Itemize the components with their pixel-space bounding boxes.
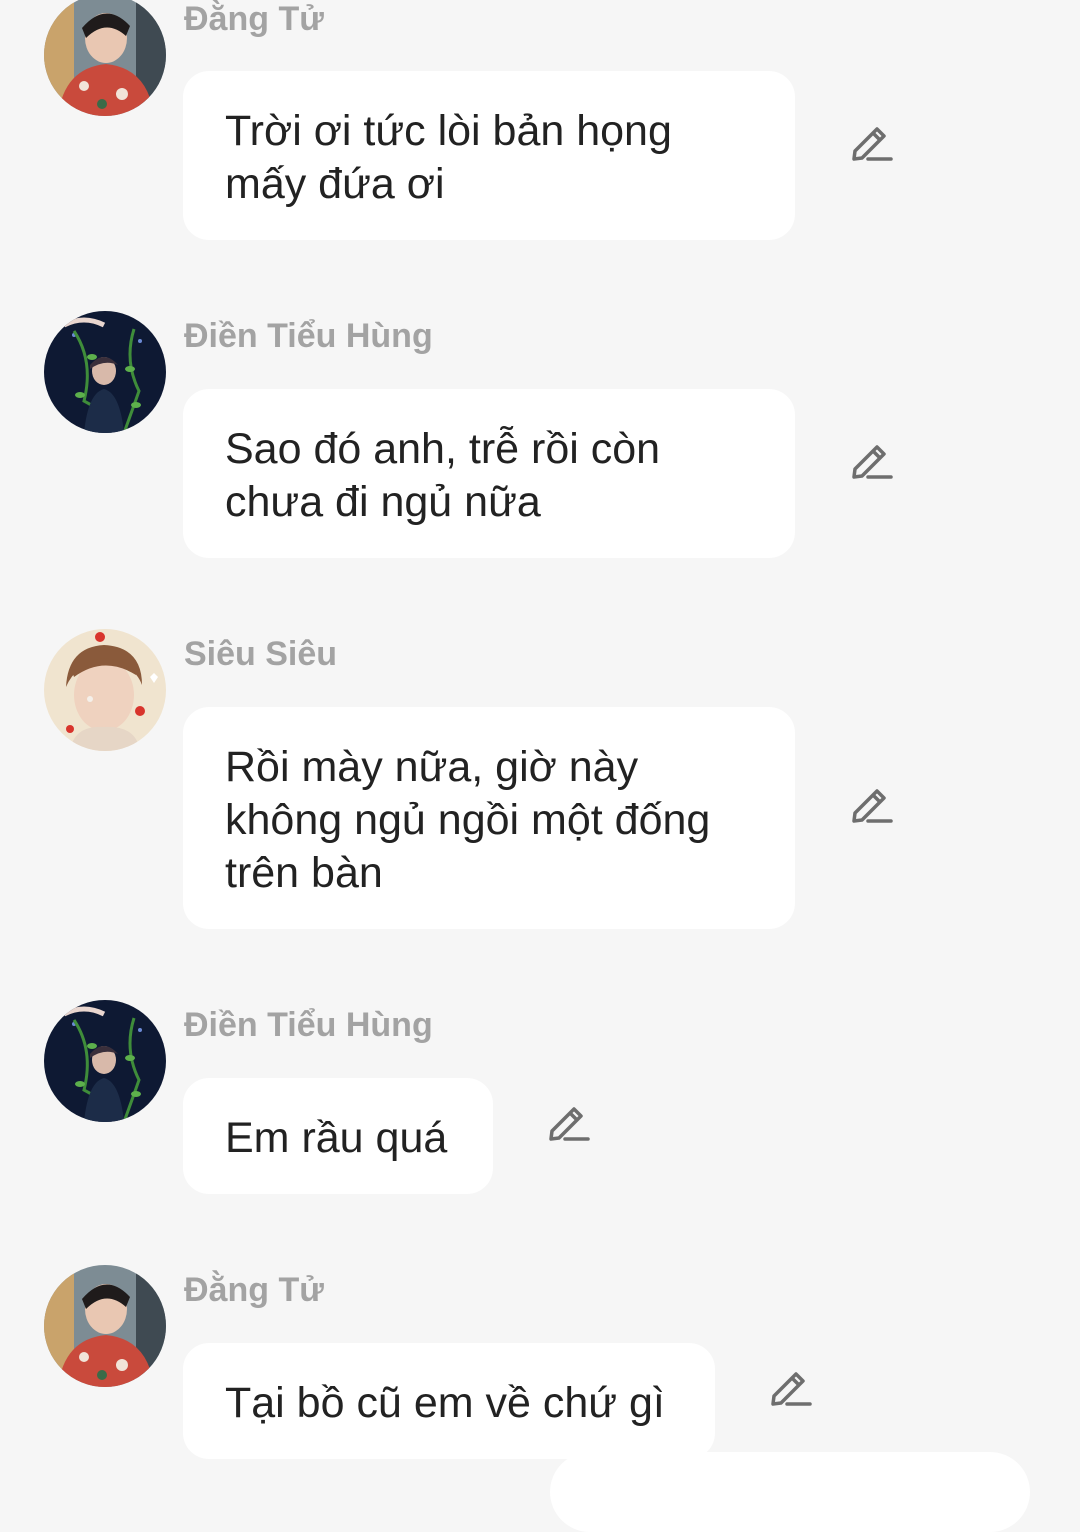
- sender-name: Điền Tiểu Hùng: [184, 317, 433, 355]
- avatar-dang-tu[interactable]: [44, 0, 166, 116]
- edit-pencil-icon[interactable]: [851, 120, 893, 162]
- message-bubble[interactable]: Trời ơi tức lòi bản họng mấy đứa ơi: [183, 71, 795, 240]
- edit-pencil-icon[interactable]: [851, 782, 893, 824]
- sender-name: Đằng Tử: [184, 1271, 324, 1309]
- sender-name: Đằng Tử: [184, 0, 324, 38]
- message-bubble[interactable]: Tại bồ cũ em về chứ gì: [183, 1343, 715, 1459]
- message-text: Trời ơi tức lòi bản họng mấy đứa ơi: [225, 107, 672, 208]
- message-text: Sao đó anh, trễ rồi còn chưa đi ngủ nữa: [225, 425, 661, 526]
- partial-floating-card: [550, 1452, 1030, 1532]
- avatar-dang-tu[interactable]: [44, 1265, 166, 1387]
- message-text: Tại bồ cũ em về chứ gì: [225, 1379, 665, 1427]
- avatar-sieu-sieu[interactable]: [44, 629, 166, 751]
- message-text: Rồi mày nữa, giờ này không ngủ ngồi một …: [225, 743, 711, 897]
- message-bubble[interactable]: Rồi mày nữa, giờ này không ngủ ngồi một …: [183, 707, 795, 929]
- message-text: Em rầu quá: [225, 1114, 448, 1162]
- sender-name: Điền Tiểu Hùng: [184, 1006, 433, 1044]
- message-bubble[interactable]: Sao đó anh, trễ rồi còn chưa đi ngủ nữa: [183, 389, 795, 558]
- avatar-dien-tieu-hung[interactable]: [44, 311, 166, 433]
- avatar-dien-tieu-hung[interactable]: [44, 1000, 166, 1122]
- edit-pencil-icon[interactable]: [770, 1365, 812, 1407]
- edit-pencil-icon[interactable]: [548, 1100, 590, 1142]
- message-bubble[interactable]: Em rầu quá: [183, 1078, 493, 1194]
- edit-pencil-icon[interactable]: [851, 438, 893, 480]
- sender-name: Siêu Siêu: [184, 635, 338, 673]
